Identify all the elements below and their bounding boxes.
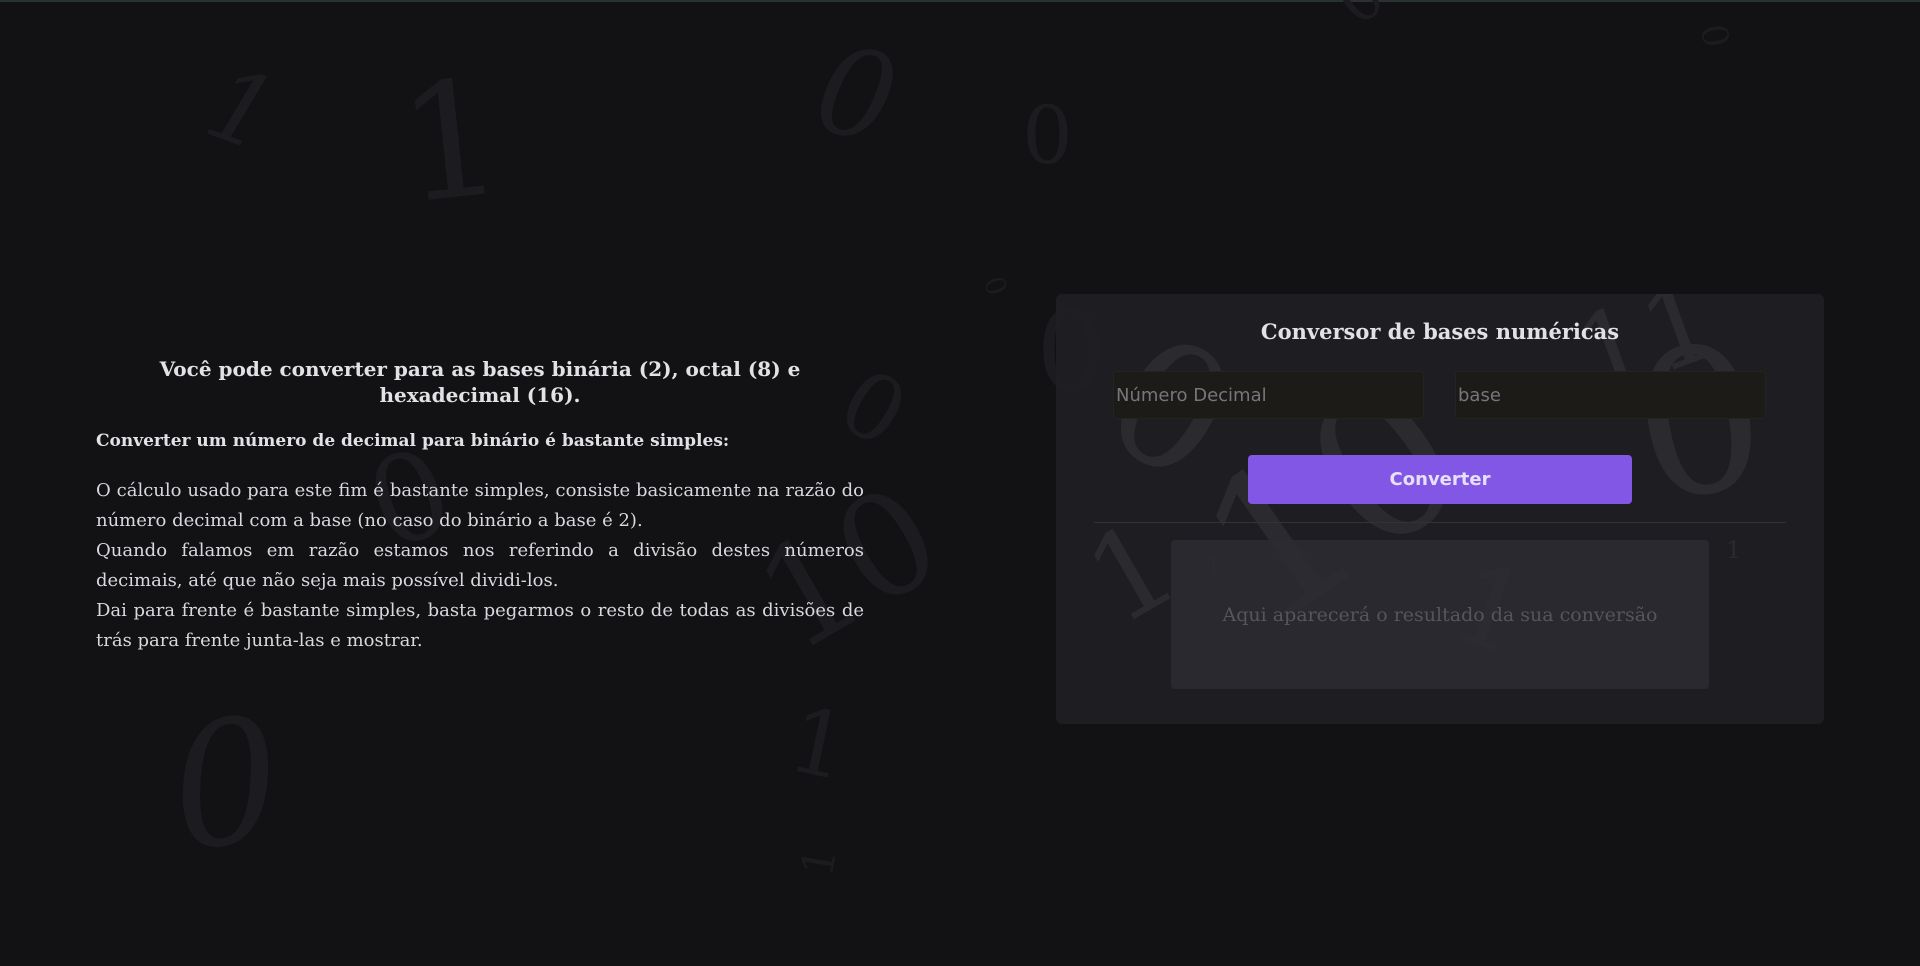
info-section: Você pode converter para as bases binári… bbox=[96, 356, 864, 656]
base-input[interactable] bbox=[1455, 371, 1766, 419]
bg-digit: 1 bbox=[791, 843, 848, 881]
info-paragraph: O cálculo usado para este fim é bastante… bbox=[96, 480, 864, 651]
bg-digit: 0 bbox=[158, 679, 294, 891]
bg-digit: 0 bbox=[804, 19, 909, 172]
bg-digit: 1 bbox=[779, 687, 858, 802]
top-border bbox=[0, 0, 1920, 2]
info-heading: Você pode converter para as bases binári… bbox=[159, 357, 801, 407]
bg-digit: 0 bbox=[976, 271, 1014, 300]
bg-digit: 1 bbox=[1726, 536, 1742, 564]
info-subheading: Converter um número de decimal para biná… bbox=[96, 431, 730, 451]
decimal-number-input[interactable] bbox=[1113, 371, 1424, 419]
bg-digit: 0 bbox=[1616, 297, 1783, 550]
bg-digit: 0 bbox=[1691, 21, 1737, 51]
converter-title: Conversor de bases numéricas bbox=[1260, 319, 1620, 344]
bg-digit: 0 bbox=[1323, 0, 1399, 40]
converter-card: 0 10 11 0 1 1 1 1 Conversor de bases num… bbox=[1056, 294, 1824, 724]
bg-digit: 1 bbox=[390, 43, 512, 240]
convert-button[interactable]: Converter bbox=[1248, 455, 1632, 504]
bg-digit: 0 bbox=[1022, 89, 1073, 182]
result-box: Aqui aparecerá o resultado da sua conver… bbox=[1171, 540, 1709, 689]
bg-digit: 1 bbox=[192, 43, 292, 176]
result-placeholder: Aqui aparecerá o resultado da sua conver… bbox=[1222, 603, 1658, 626]
divider bbox=[1094, 522, 1786, 523]
